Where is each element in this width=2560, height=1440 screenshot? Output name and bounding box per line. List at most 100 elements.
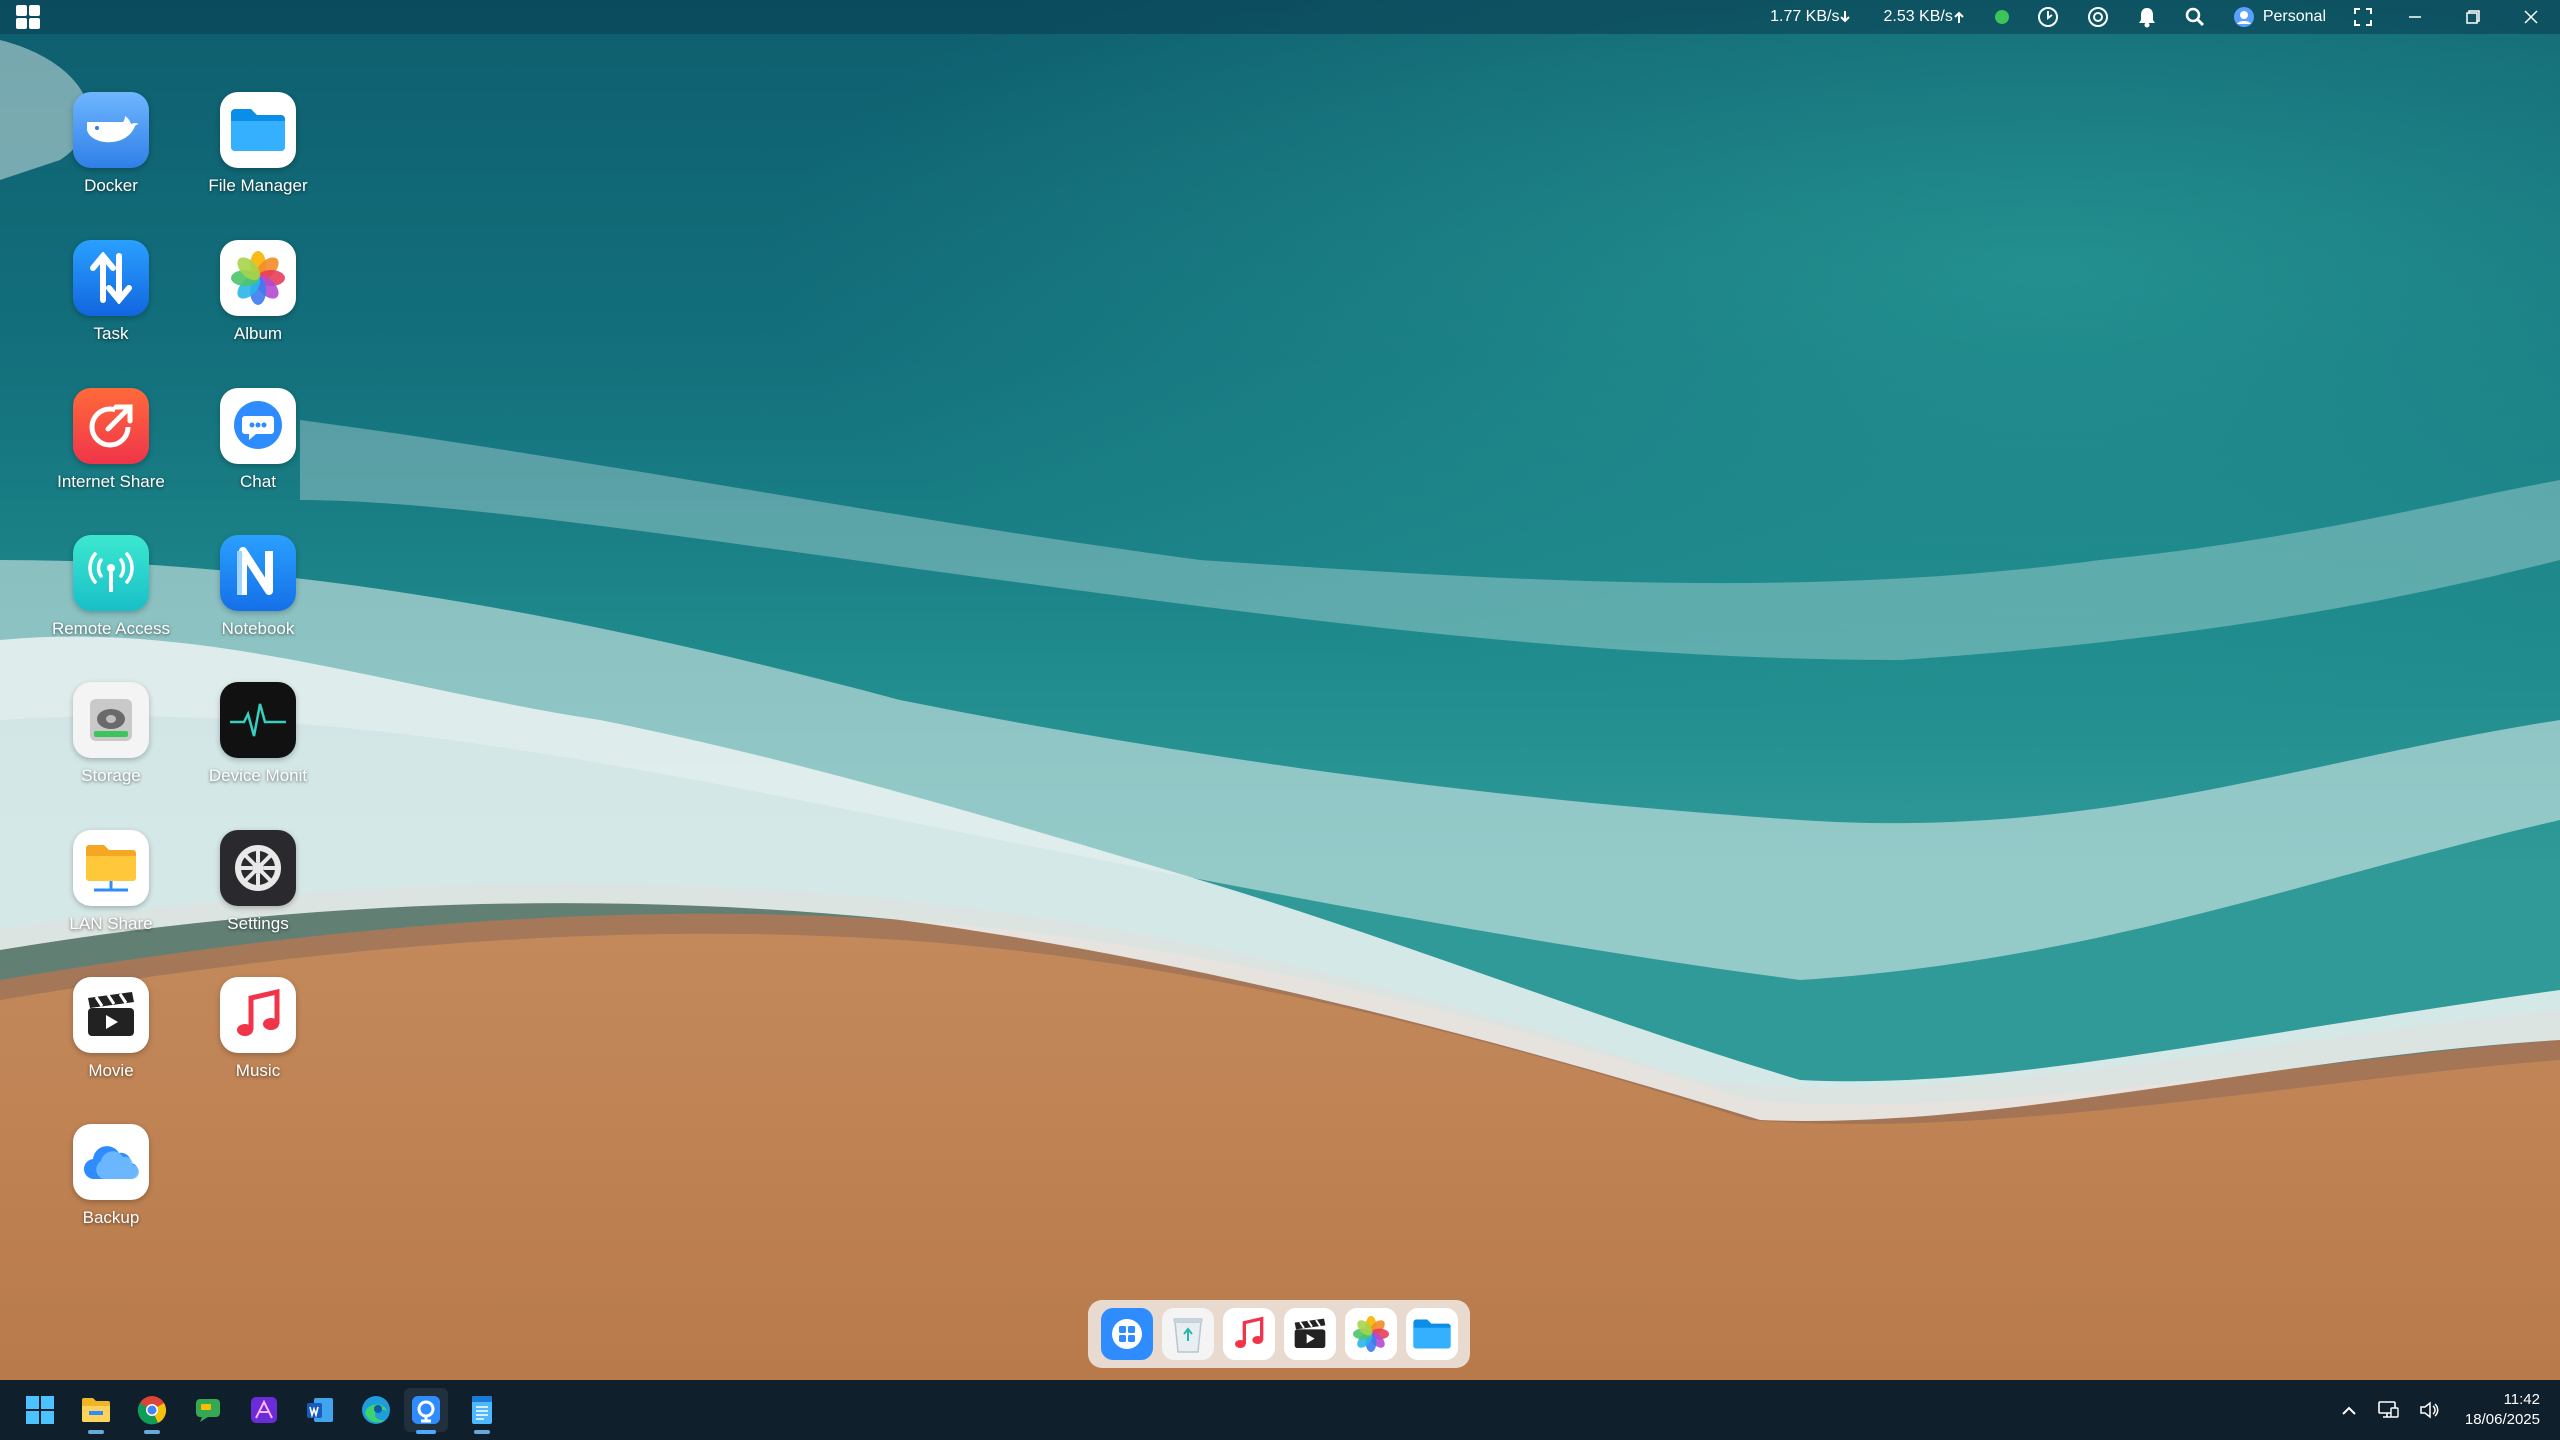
chat-bubble-icon (220, 388, 296, 464)
clapperboard-icon (73, 977, 149, 1053)
desktop-icon-label: Notebook (221, 619, 295, 638)
desktop-icon-label: Music (235, 1061, 281, 1080)
chat-app-icon (196, 1399, 220, 1422)
desktop-icon-label: Remote Access (51, 619, 171, 638)
arrow-down-icon (1840, 11, 1851, 23)
download-speed: 1.77 KB/s (1754, 0, 1867, 34)
photos-flower-icon (220, 240, 296, 316)
speaker-icon (2420, 1401, 2439, 1419)
network-button[interactable] (2367, 1400, 2409, 1420)
app-launcher-button[interactable] (16, 5, 40, 29)
transfer-arrows-icon (73, 240, 149, 316)
app-grid-icon (1111, 1319, 1142, 1349)
sync-button[interactable] (2073, 0, 2123, 34)
arrow-up-icon (1954, 11, 1964, 23)
running-indicator (88, 1430, 104, 1434)
restore-button[interactable] (2444, 0, 2502, 34)
desktop-icon-label: Movie (88, 1061, 134, 1080)
desktop-icon-chat[interactable]: Chat (184, 388, 332, 528)
desktop-icon-storage[interactable]: Storage (37, 682, 185, 822)
dock-file-manager[interactable] (1405, 1308, 1458, 1360)
system-tray: 11:42 18/06/2025 (2331, 1380, 2560, 1440)
taskbar-clock[interactable]: 11:42 18/06/2025 (2449, 1390, 2560, 1430)
user-avatar-icon (2233, 7, 2254, 27)
share-link-icon (73, 388, 149, 464)
folder-icon (1412, 1319, 1451, 1349)
minimize-icon (2409, 16, 2421, 18)
dock-music[interactable] (1222, 1308, 1275, 1360)
chrome-icon (137, 1396, 167, 1425)
desktop-icon-notebook[interactable]: Notebook (184, 535, 332, 675)
user-label: Personal (2262, 8, 2326, 25)
taskbar-chat-app[interactable] (186, 1388, 230, 1432)
desktop-icon-movie[interactable]: Movie (37, 977, 185, 1117)
taskbar-notepad[interactable] (460, 1388, 504, 1434)
notifications-button[interactable] (2123, 0, 2171, 34)
desktop-icon-remote-access[interactable]: Remote Access (37, 535, 185, 675)
connection-status[interactable] (1981, 0, 2023, 34)
fullscreen-button[interactable] (2340, 0, 2386, 34)
desktop-icon-device-monitor[interactable]: Device Monit (184, 682, 332, 822)
taskbar-word[interactable] (298, 1388, 342, 1432)
taskbar-edge[interactable] (354, 1388, 398, 1432)
close-button[interactable] (2502, 0, 2560, 34)
desktop-icon-docker[interactable]: Docker (37, 92, 185, 232)
notebook-n-icon (220, 535, 296, 611)
desktop-icon-label: Chat (240, 472, 276, 491)
minimize-button[interactable] (2386, 0, 2444, 34)
desktop-icon-music[interactable]: Music (184, 977, 332, 1117)
upload-speed-value: 2.53 KB/s (1883, 8, 1953, 25)
sync-icon (2087, 7, 2108, 27)
bell-icon (2138, 8, 2155, 28)
dock-recycle-bin[interactable] (1161, 1308, 1214, 1360)
search-button[interactable] (2171, 0, 2219, 34)
desktop-icon-album[interactable]: Album (184, 240, 332, 380)
dock-movie[interactable] (1283, 1308, 1336, 1360)
running-indicator (474, 1430, 490, 1434)
nas-client-icon (412, 1396, 440, 1424)
heartbeat-monitor-icon (220, 682, 296, 758)
desktop-icon-label: Backup (82, 1208, 140, 1227)
edge-icon (362, 1396, 390, 1424)
network-icon (2378, 1401, 2399, 1418)
desktop-icon-backup[interactable]: Backup (37, 1124, 185, 1264)
dock-album[interactable] (1344, 1308, 1397, 1360)
windows-taskbar: 11:42 18/06/2025 (0, 1380, 2560, 1440)
show-hidden-icons-button[interactable] (2331, 1404, 2367, 1416)
windows-start-icon (26, 1396, 54, 1424)
dock-app-launcher[interactable] (1100, 1308, 1153, 1360)
cloud-backup-icon (73, 1124, 149, 1200)
desktop-icon-label: Settings (227, 914, 289, 933)
taskbar-chrome[interactable] (130, 1388, 174, 1434)
word-icon (307, 1398, 333, 1422)
taskbar-start-button[interactable] (18, 1388, 62, 1432)
desktop-icon-lan-share[interactable]: LAN Share (37, 830, 185, 970)
recycle-bin-icon (1172, 1318, 1203, 1353)
taskbar-file-explorer[interactable] (74, 1388, 118, 1434)
speed-limit-button[interactable] (2023, 0, 2073, 34)
notepad-icon (472, 1396, 492, 1424)
volume-button[interactable] (2409, 1401, 2449, 1419)
close-icon (2524, 10, 2538, 24)
upload-speed: 2.53 KB/s (1867, 0, 1980, 34)
running-indicator (416, 1430, 436, 1434)
download-speed-value: 1.77 KB/s (1770, 8, 1840, 25)
gear-icon (220, 830, 296, 906)
file-explorer-icon (82, 1398, 110, 1422)
taskbar-nas-client[interactable] (404, 1388, 448, 1434)
clock-time: 11:42 (2503, 1391, 2540, 1408)
desktop-icon-internet-share[interactable]: Internet Share (37, 388, 185, 528)
clock-date: 18/06/2025 (2464, 1411, 2540, 1428)
status-online-icon (1994, 10, 2009, 24)
desktop-icon-file-manager[interactable]: File Manager (184, 92, 332, 232)
restore-icon (2466, 10, 2480, 24)
desktop-icon-label: Album (233, 324, 283, 343)
user-menu[interactable]: Personal (2219, 0, 2340, 34)
desktop-icon-task[interactable]: Task (37, 240, 185, 380)
taskbar-affinity[interactable] (242, 1388, 286, 1432)
clapperboard-icon (1294, 1318, 1325, 1348)
desktop-icon-settings[interactable]: Settings (184, 830, 332, 970)
hard-drive-icon (73, 682, 149, 758)
desktop-icon-label: Storage (81, 766, 141, 785)
speed-gauge-icon (2037, 7, 2058, 27)
